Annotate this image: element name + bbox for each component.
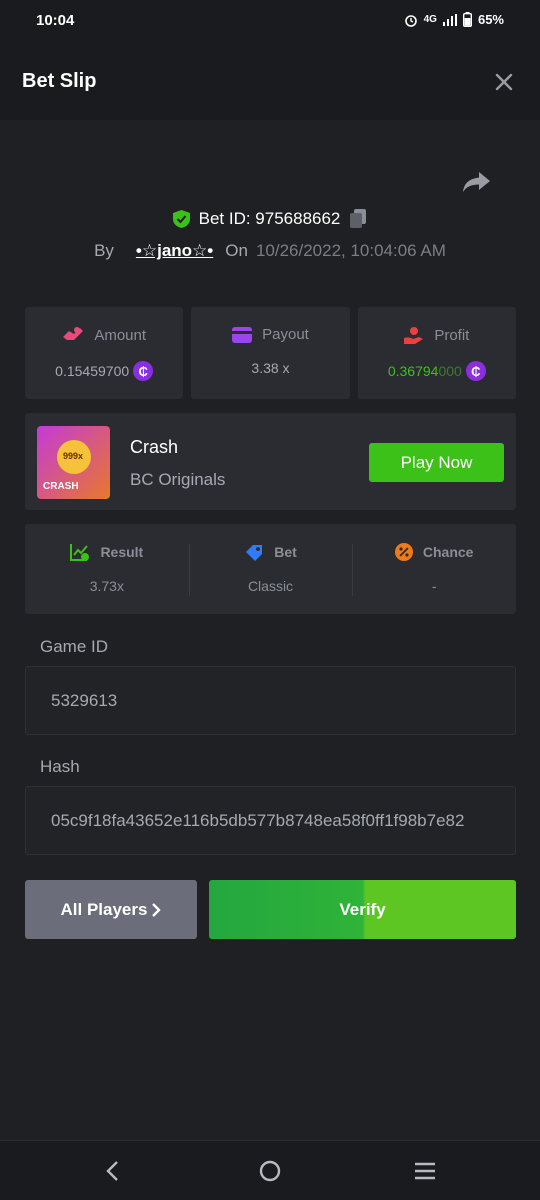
back-icon[interactable]	[101, 1159, 125, 1183]
profit-value: 0.36794	[387, 363, 439, 379]
bet-id-row: Bet ID: 975688662	[0, 208, 540, 234]
bet-value: Classic	[247, 578, 294, 594]
result-cell: Result 3.73x	[25, 524, 189, 614]
battery-percent: 65%	[477, 12, 504, 27]
close-icon[interactable]	[492, 70, 516, 94]
game-thumbnail[interactable]: 999x CRASH	[37, 426, 110, 499]
game-card: 999x CRASH Crash BC Originals Play Now	[25, 413, 516, 510]
alarm-icon	[404, 14, 417, 27]
bet-details: Result 3.73x Bet Classic Chance -	[25, 524, 516, 614]
profit-card: Profit 0.36794000 ₵	[357, 307, 516, 399]
share-icon[interactable]	[463, 170, 491, 194]
hash-label: Hash	[40, 757, 80, 776]
page-title: Bet Slip	[22, 70, 97, 92]
game-id-field[interactable]: 5329613	[25, 666, 516, 735]
tag-icon	[246, 545, 263, 561]
copy-icon[interactable]	[348, 208, 368, 230]
on-label: On	[225, 241, 248, 260]
bet-byline: By •☆jano☆• On 10/26/2022, 10:04:06 AM	[0, 241, 540, 261]
play-now-button[interactable]: Play Now	[369, 443, 504, 482]
bet-cell: Bet Classic	[188, 524, 353, 614]
chance-cell: Chance -	[352, 524, 516, 614]
result-value: 3.73x	[89, 578, 124, 594]
bet-id: Bet ID: 975688662	[198, 209, 341, 228]
verify-label: Verify	[339, 899, 386, 919]
coin-icon: ₵	[133, 361, 154, 381]
payout-label: Payout	[262, 326, 309, 343]
chevron-right-icon	[152, 902, 162, 917]
game-name: Crash	[130, 437, 179, 457]
payout-card: Payout 3.38 x	[191, 307, 350, 399]
thumb-label: CRASH	[43, 481, 79, 492]
status-time: 10:04	[36, 12, 75, 29]
result-label: Result	[100, 544, 144, 560]
bet-date: 10/26/2022, 10:04:06 AM	[255, 241, 446, 260]
system-nav-bar	[0, 1140, 540, 1200]
profit-value-trailing: 000	[438, 363, 462, 379]
username-link[interactable]: •☆jano☆•	[136, 241, 213, 260]
amount-icon	[63, 327, 84, 340]
verify-button[interactable]: Verify	[209, 880, 516, 939]
payout-value: 3.38 x	[251, 360, 290, 376]
all-players-label: All Players	[60, 899, 148, 919]
bet-label: Bet	[274, 544, 297, 560]
status-icons: 4G 65%	[404, 12, 504, 27]
status-bar: 10:04 4G 65%	[0, 0, 540, 42]
amount-card: Amount 0.15459700 ₵	[25, 307, 184, 399]
header: Bet Slip	[0, 42, 540, 120]
profit-icon	[404, 327, 424, 344]
game-id-label: Game ID	[40, 637, 109, 656]
profit-label: Profit	[434, 326, 470, 344]
recents-icon[interactable]	[413, 1159, 437, 1183]
chance-value: -	[431, 578, 437, 594]
game-provider: BC Originals	[130, 470, 226, 489]
network-label: 4G	[423, 14, 437, 25]
thumb-multiplier: 999x	[63, 451, 84, 461]
amount-label: Amount	[94, 326, 147, 344]
percent-icon	[394, 543, 413, 561]
signal-icon	[442, 13, 457, 26]
coin-icon: ₵	[465, 361, 486, 381]
by-label: By	[94, 241, 114, 260]
shield-check-icon	[172, 210, 190, 228]
card-icon	[232, 326, 253, 343]
chart-check-icon	[70, 544, 90, 561]
battery-icon	[462, 12, 472, 27]
hash-field[interactable]: 05c9f18fa43652e116b5db577b8748ea58f0ff1f…	[25, 786, 516, 855]
all-players-button[interactable]: All Players	[25, 880, 197, 939]
amount-value: 0.15459700	[55, 363, 130, 379]
bet-stats: Amount 0.15459700 ₵ Payout 3.38 x Profit…	[25, 307, 516, 399]
chance-label: Chance	[422, 544, 474, 560]
home-icon[interactable]	[258, 1159, 282, 1183]
